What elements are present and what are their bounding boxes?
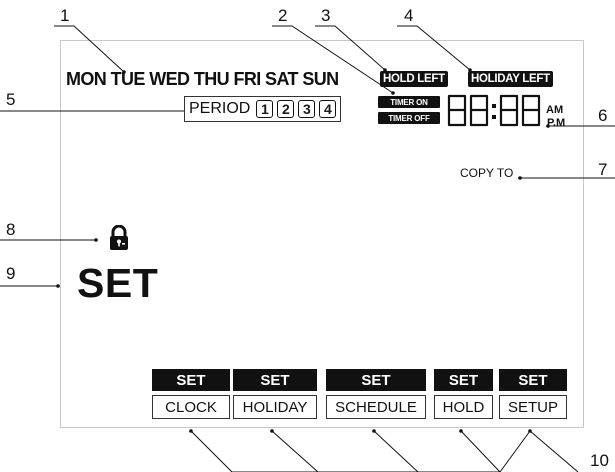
leader-dot-2 <box>391 91 395 95</box>
leader-line-4 <box>397 25 471 71</box>
clock-digit-2 <box>469 94 489 127</box>
leader-dot-8 <box>94 238 98 242</box>
day-sat: SAT <box>265 69 298 89</box>
clock-digit-3 <box>499 94 519 127</box>
leader-line-10e <box>529 430 579 472</box>
callout-number-3: 3 <box>321 6 331 25</box>
set-hold-top: SET <box>434 369 493 391</box>
timer-on-indicator: TIMER ON <box>378 96 440 108</box>
timer-off-indicator: TIMER OFF <box>378 112 440 124</box>
day-wed: WED <box>149 69 190 89</box>
weekday-row: MON TUE WED THU FRI SAT SUN <box>66 69 339 90</box>
set-setup-top: SET <box>499 369 567 391</box>
leader-dot-10e <box>528 429 532 433</box>
callout-number-9: 9 <box>6 264 16 283</box>
period-box: PERIOD 1 2 3 4 <box>184 96 342 122</box>
leader-dot-10b <box>270 429 274 433</box>
padlock-icon <box>110 225 128 250</box>
set-holiday-label: HOLIDAY <box>233 395 317 419</box>
set-holiday-top: SET <box>233 369 317 391</box>
set-hold-label: HOLD <box>434 395 493 419</box>
holiday-left-indicator: HOLIDAY LEFT <box>468 71 553 87</box>
leader-line-10c <box>373 430 419 472</box>
seven-segment-clock <box>447 94 541 127</box>
period-number-3: 3 <box>298 100 316 118</box>
set-hold-button[interactable]: SET HOLD <box>434 369 493 419</box>
set-setup-button[interactable]: SET SETUP <box>499 369 567 419</box>
day-fri: FRI <box>233 69 261 89</box>
copy-to-label: COPY TO <box>460 166 514 180</box>
set-schedule-top: SET <box>326 369 426 391</box>
leader-line-10d <box>460 430 501 472</box>
set-clock-button[interactable]: SET CLOCK <box>152 369 230 419</box>
am-indicator: AM <box>546 104 564 116</box>
set-schedule-label: SCHEDULE <box>326 395 426 419</box>
clock-digit-1 <box>447 94 467 127</box>
leader-dot-10a <box>189 429 193 433</box>
leader-line-1 <box>54 25 125 73</box>
period-number-4: 4 <box>319 100 337 118</box>
leader-dot-10d <box>459 429 463 433</box>
callout-number-10: 10 <box>590 451 609 470</box>
day-mon: MON <box>66 69 107 89</box>
day-tue: TUE <box>110 69 146 89</box>
day-thu: THU <box>193 69 230 89</box>
period-number-2: 2 <box>277 100 295 118</box>
leader-line-10 <box>190 430 531 472</box>
clock-colon-top <box>492 104 496 108</box>
leader-dot-10c <box>372 429 376 433</box>
callout-number-6: 6 <box>598 106 608 125</box>
callout-number-2: 2 <box>278 6 288 25</box>
set-setup-label: SETUP <box>499 395 567 419</box>
set-holiday-button[interactable]: SET HOLIDAY <box>233 369 317 419</box>
clock-colon-bottom <box>492 115 496 119</box>
callout-number-1: 1 <box>60 6 70 25</box>
pm-indicator: P.M <box>547 117 566 129</box>
period-label: PERIOD <box>189 100 251 117</box>
day-sun: SUN <box>302 69 339 89</box>
set-mode-label: SET <box>77 260 159 306</box>
callout-number-7: 7 <box>598 160 608 179</box>
callout-number-5: 5 <box>6 90 16 109</box>
callout-number-4: 4 <box>404 6 414 25</box>
leader-dot-9 <box>56 284 60 288</box>
period-number-1: 1 <box>256 100 274 118</box>
leader-line-10b <box>271 430 319 472</box>
hold-left-indicator: HOLD LEFT <box>380 71 448 87</box>
leader-dot-7 <box>518 176 522 180</box>
set-clock-top: SET <box>152 369 230 391</box>
clock-digit-4 <box>521 94 541 127</box>
set-clock-label: CLOCK <box>152 395 230 419</box>
callout-number-8: 8 <box>6 220 16 239</box>
set-schedule-button[interactable]: SET SCHEDULE <box>326 369 426 419</box>
